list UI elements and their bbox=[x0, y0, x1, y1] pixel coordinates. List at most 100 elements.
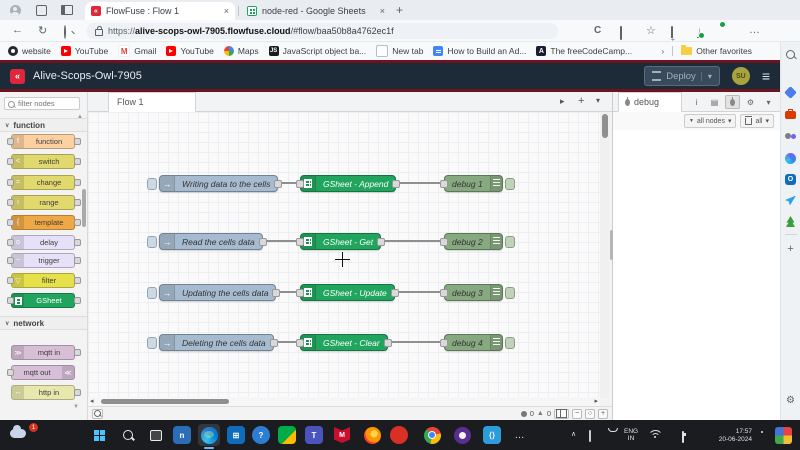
palette-node-function[interactable]: ffunction bbox=[7, 134, 81, 149]
user-avatar[interactable]: SU bbox=[732, 67, 750, 85]
bookmark[interactable]: How to Build an Ad... bbox=[433, 46, 526, 56]
sidebar-search-icon[interactable] bbox=[784, 48, 797, 61]
scroll-right-icon[interactable]: ▸ bbox=[594, 398, 598, 405]
close-tab-icon[interactable]: × bbox=[224, 6, 229, 16]
language-indicator[interactable]: ENGIN bbox=[624, 428, 638, 442]
port[interactable] bbox=[7, 158, 14, 165]
tray-chevron-icon[interactable]: ∧ bbox=[571, 430, 576, 438]
new-tab-button[interactable]: + bbox=[396, 3, 403, 17]
filter-nodes-dropdown[interactable]: ▼all nodes▾ bbox=[684, 114, 737, 128]
meet-icon[interactable] bbox=[276, 424, 298, 446]
flow-canvas[interactable]: →Writing data to the cells GSheet - Appe… bbox=[88, 112, 600, 397]
address-bar[interactable]: https://alive-scops-owl-7905.flowfuse.cl… bbox=[86, 23, 558, 39]
tab-debug[interactable]: debug bbox=[618, 92, 682, 112]
extension-icon[interactable]: C bbox=[594, 24, 601, 36]
port[interactable] bbox=[74, 219, 81, 226]
app-icon-red[interactable] bbox=[388, 424, 410, 446]
palette-node-gsheet[interactable]: GSheet bbox=[7, 293, 81, 308]
bookmark[interactable]: YouTube bbox=[61, 46, 108, 56]
port[interactable] bbox=[74, 257, 81, 264]
debug-toggle-button[interactable] bbox=[505, 337, 515, 349]
inject-button[interactable] bbox=[147, 337, 157, 349]
scroll-left-icon[interactable]: ◂ bbox=[90, 398, 94, 405]
collections-icon[interactable] bbox=[671, 27, 673, 39]
palette-node-http-in[interactable]: ↔http in bbox=[7, 385, 81, 400]
output-port[interactable] bbox=[274, 180, 282, 188]
gsheet-node[interactable]: GSheet - Append bbox=[300, 175, 396, 192]
inject-node[interactable]: →Read the cells data bbox=[147, 233, 263, 250]
display-tray-icon[interactable] bbox=[589, 431, 591, 441]
workspaces-icon[interactable] bbox=[34, 3, 48, 17]
debug-toggle-button[interactable] bbox=[505, 236, 515, 248]
input-port[interactable] bbox=[440, 180, 448, 188]
add-flow-icon[interactable]: + bbox=[578, 95, 584, 107]
zoom-out-button[interactable]: − bbox=[572, 409, 582, 419]
refresh-icon[interactable]: ↻ bbox=[38, 24, 47, 37]
output-port[interactable] bbox=[384, 339, 392, 347]
navigator-button[interactable] bbox=[554, 409, 569, 419]
port[interactable] bbox=[74, 349, 81, 356]
palette-node-filter[interactable]: ▽filter bbox=[7, 273, 81, 288]
inject-button[interactable] bbox=[147, 287, 157, 299]
drop-icon[interactable] bbox=[784, 194, 797, 207]
search-icon[interactable] bbox=[64, 26, 66, 38]
palette-node-change[interactable]: =change bbox=[7, 175, 81, 190]
port[interactable] bbox=[7, 239, 14, 246]
inject-node[interactable]: →Writing data to the cells bbox=[147, 175, 278, 192]
bookmark[interactable]: website bbox=[8, 46, 51, 56]
deploy-button[interactable]: Deploy ▾ bbox=[644, 66, 720, 86]
more-menu-icon[interactable]: … bbox=[749, 24, 760, 36]
corner-app-icon[interactable] bbox=[772, 424, 794, 446]
debug-node[interactable]: debug 3 bbox=[444, 284, 515, 301]
flowfuse-logo[interactable]: « bbox=[10, 69, 25, 84]
debug-toggle-button[interactable] bbox=[505, 178, 515, 190]
debug-node[interactable]: debug 1 bbox=[444, 175, 515, 192]
input-port[interactable] bbox=[440, 289, 448, 297]
gsheet-node[interactable]: GSheet - Get bbox=[300, 233, 381, 250]
edge-icon[interactable] bbox=[198, 424, 220, 446]
bookmark[interactable]: Maps bbox=[224, 46, 259, 56]
weather-widget[interactable]: 1 bbox=[8, 425, 38, 445]
flow-list-icon[interactable]: ▸ bbox=[560, 96, 565, 107]
debug-toggle-button[interactable] bbox=[505, 287, 515, 299]
input-port[interactable] bbox=[296, 238, 304, 246]
mcafee-icon[interactable]: M bbox=[331, 424, 353, 446]
output-port[interactable] bbox=[272, 289, 280, 297]
people-icon[interactable] bbox=[784, 130, 797, 143]
inject-node[interactable]: →Updating the cells data bbox=[147, 284, 276, 301]
palette-filter-input[interactable] bbox=[4, 97, 80, 110]
get-help-icon[interactable]: ? bbox=[250, 424, 272, 446]
palette-node-mqtt-in[interactable]: ≫mqtt in bbox=[7, 345, 81, 360]
favorites-star-icon[interactable]: ☆ bbox=[646, 24, 656, 37]
debug-node[interactable]: debug 4 bbox=[444, 334, 515, 351]
browser-tab-active[interactable]: « FlowFuse : Flow 1 × bbox=[85, 2, 235, 20]
output-port[interactable] bbox=[377, 238, 385, 246]
vertical-scrollbar[interactable] bbox=[600, 112, 609, 397]
deploy-caret-icon[interactable]: ▾ bbox=[701, 72, 712, 81]
copilot-sidebar-icon[interactable] bbox=[784, 152, 797, 165]
port[interactable] bbox=[7, 199, 14, 206]
gsheet-node[interactable]: GSheet - Update bbox=[300, 284, 395, 301]
horizontal-scrollbar[interactable]: ◂ ▸ bbox=[88, 397, 600, 406]
config-gear-icon[interactable]: ⚙ bbox=[743, 95, 758, 109]
input-port[interactable] bbox=[296, 289, 304, 297]
help-tab-icon[interactable]: ▤ bbox=[707, 95, 722, 109]
port[interactable] bbox=[7, 179, 14, 186]
github-desktop-icon[interactable] bbox=[451, 424, 473, 446]
teams-icon[interactable]: T bbox=[303, 424, 325, 446]
main-menu-icon[interactable]: ≡ bbox=[762, 68, 770, 84]
sidebar-settings-icon[interactable]: ⚙ bbox=[784, 394, 797, 407]
palette-node-range[interactable]: irange bbox=[7, 195, 81, 210]
browser-tab-inactive[interactable]: node-red - Google Sheets × bbox=[241, 2, 391, 20]
input-port[interactable] bbox=[440, 339, 448, 347]
port[interactable] bbox=[74, 297, 81, 304]
chrome-icon[interactable] bbox=[421, 424, 443, 446]
debug-node[interactable]: debug 2 bbox=[444, 233, 515, 250]
bookmark[interactable]: AThe freeCodeCamp... bbox=[536, 46, 632, 56]
output-port[interactable] bbox=[270, 339, 278, 347]
search-flows-button[interactable] bbox=[92, 409, 103, 419]
vscode-icon[interactable]: ⟨⟩ bbox=[481, 424, 503, 446]
output-port[interactable] bbox=[391, 289, 399, 297]
inject-button[interactable] bbox=[147, 178, 157, 190]
palette-category-network[interactable]: ∨network bbox=[0, 316, 87, 330]
